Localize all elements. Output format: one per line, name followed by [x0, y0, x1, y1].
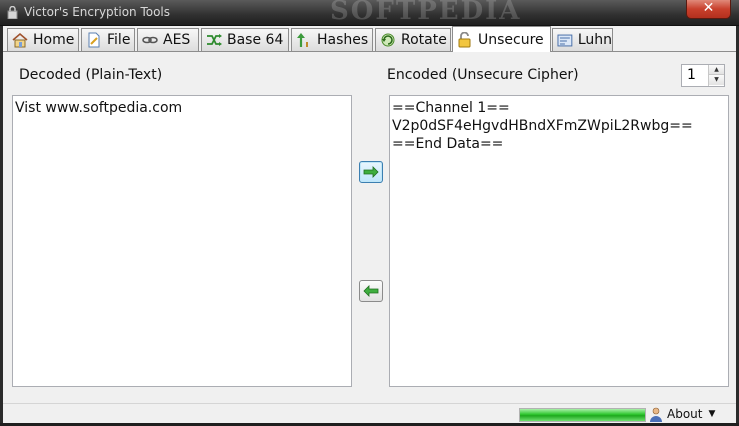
card-icon	[557, 34, 573, 47]
arrow-left-icon	[363, 285, 379, 297]
decoded-textbox[interactable]: Vist www.softpedia.com	[12, 95, 352, 387]
tab-label: Home	[33, 32, 75, 48]
spinner-up-button[interactable]: ▲	[709, 65, 724, 75]
rotate-icon	[381, 33, 395, 47]
lock-app-icon	[7, 6, 18, 19]
tab-rotate[interactable]: Rotate	[375, 28, 451, 51]
tab-label: Unsecure	[478, 31, 544, 48]
tab-label: File	[107, 32, 131, 48]
tab-label: Luhn	[577, 32, 612, 48]
channel-value: 1	[687, 67, 696, 83]
spinner-arrows: ▲ ▼	[708, 65, 724, 86]
decoded-label: Decoded (Plain-Text)	[19, 67, 163, 83]
softpedia-watermark: SOFTPEDIA	[330, 0, 522, 26]
channel-spinner[interactable]: 1 ▲ ▼	[681, 64, 725, 87]
unsecure-panel: Decoded (Plain-Text) Encoded (Unsecure C…	[3, 51, 736, 403]
spinner-down-button[interactable]: ▼	[709, 75, 724, 85]
hash-arrow-icon	[297, 33, 308, 47]
tab-strip: Home File AES Base 64 Hashes Rotate Unse…	[3, 26, 736, 52]
about-label: About	[667, 407, 703, 421]
window-title: Victor's Encryption Tools	[24, 5, 171, 19]
tab-home[interactable]: Home	[7, 28, 79, 51]
decode-button[interactable]	[359, 280, 383, 302]
home-icon	[12, 32, 28, 48]
tab-label: Hashes	[317, 32, 369, 48]
user-icon	[650, 407, 662, 422]
tab-file[interactable]: File	[81, 28, 135, 51]
shuffle-icon	[207, 34, 222, 46]
padlock-icon	[458, 31, 471, 47]
tab-base64[interactable]: Base 64	[201, 28, 289, 51]
about-menu-button[interactable]: About ▼	[649, 406, 715, 422]
encode-button[interactable]	[359, 161, 383, 183]
close-button[interactable]: ✕	[686, 0, 731, 19]
encoded-textbox[interactable]: ==Channel 1== V2p0dSF4eHgvdHBndXFmZWpiL2…	[389, 95, 729, 387]
tab-hashes[interactable]: Hashes	[291, 28, 373, 51]
tab-unsecure[interactable]: Unsecure	[452, 26, 551, 52]
chevron-down-icon: ▼	[708, 409, 716, 419]
progress-fill	[520, 409, 645, 421]
close-icon: ✕	[702, 0, 715, 16]
tab-label: AES	[163, 32, 191, 48]
chain-icon	[142, 36, 158, 44]
tab-aes[interactable]: AES	[137, 28, 199, 51]
tab-label: Rotate	[401, 32, 447, 48]
title-bar: SOFTPEDIA Victor's Encryption Tools ✕	[0, 0, 739, 26]
status-bar: About ▼	[3, 403, 736, 423]
encoded-label: Encoded (Unsecure Cipher)	[387, 67, 579, 83]
progress-bar	[519, 408, 646, 422]
tab-luhn[interactable]: Luhn	[552, 28, 613, 51]
client-area: Home File AES Base 64 Hashes Rotate Unse…	[3, 26, 736, 423]
file-icon	[88, 32, 100, 48]
arrow-right-icon	[363, 166, 379, 178]
tab-label: Base 64	[227, 32, 284, 48]
